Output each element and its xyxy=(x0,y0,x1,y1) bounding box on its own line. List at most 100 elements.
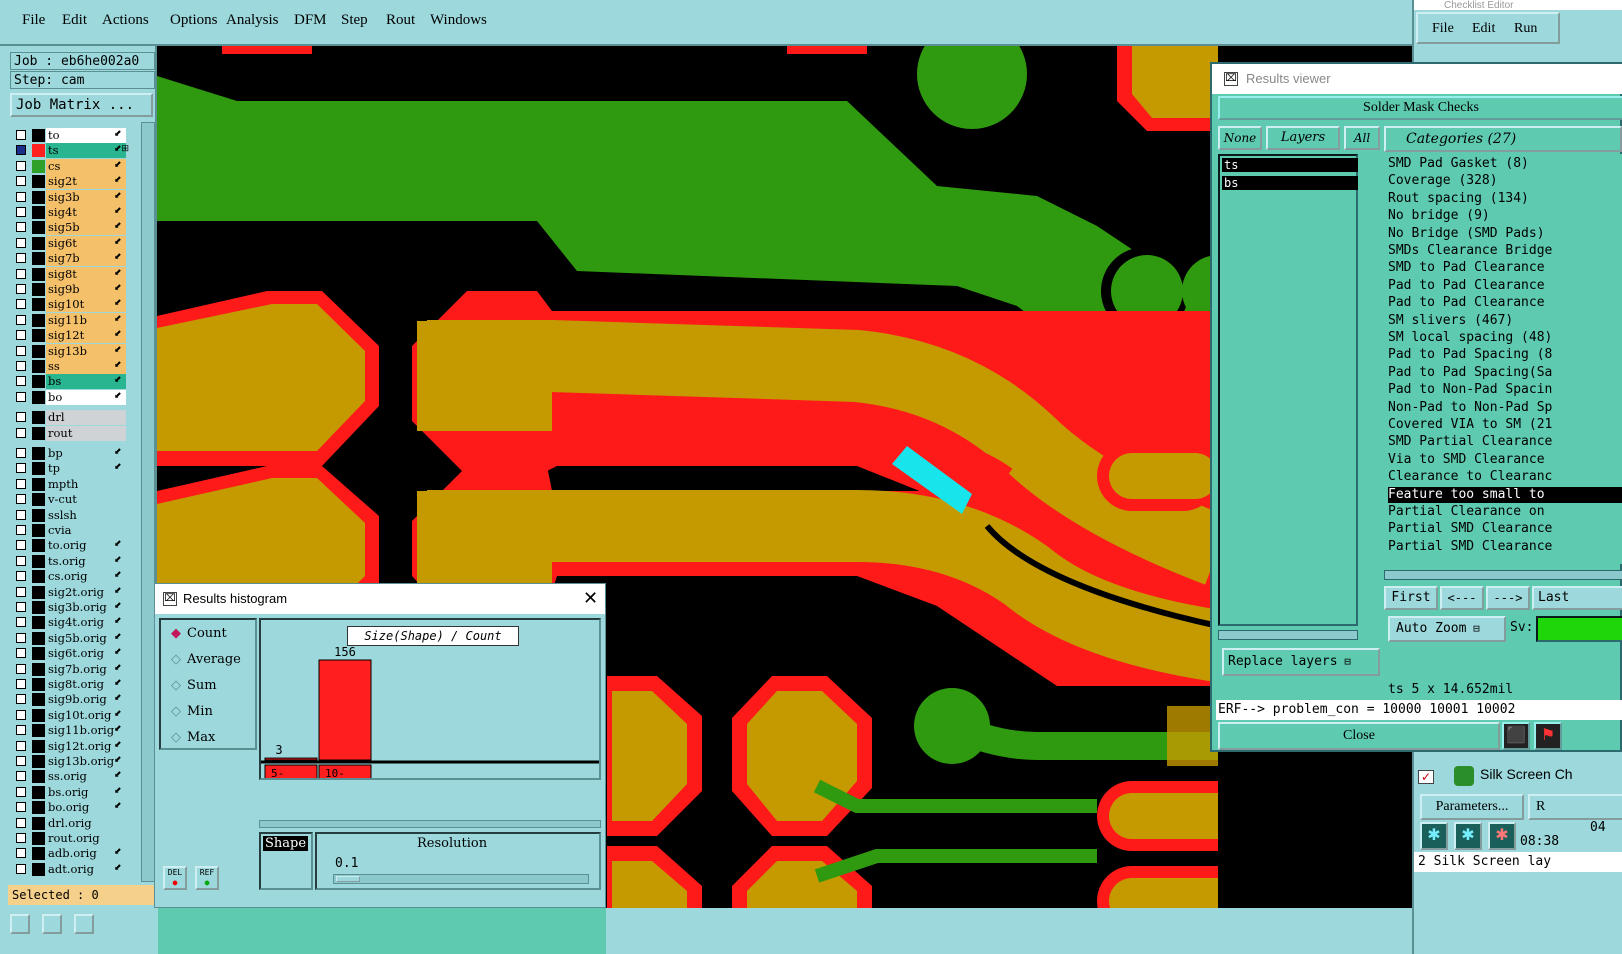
radio-average[interactable]: ◇ Average xyxy=(171,652,241,667)
layer-checkbox[interactable] xyxy=(16,509,26,520)
menu-options[interactable]: Options xyxy=(170,12,218,29)
histogram-hscroll[interactable] xyxy=(259,820,601,828)
layer-name[interactable]: rout.orig xyxy=(46,831,126,846)
layer-row[interactable]: sig8t ⬋ xyxy=(10,266,130,282)
category-item[interactable]: Partial SMD Clearance xyxy=(1388,521,1622,537)
layer-checkbox[interactable] xyxy=(16,268,26,279)
layer-checkbox[interactable] xyxy=(16,602,26,612)
layer-row[interactable]: to ⬋ xyxy=(10,128,130,143)
prev-button[interactable]: <--- xyxy=(1440,586,1484,610)
job-matrix-button[interactable]: Job Matrix ... xyxy=(10,93,153,117)
layer-checkbox[interactable] xyxy=(16,617,26,628)
action-icon[interactable]: ✱ xyxy=(1420,822,1448,850)
layer-row[interactable]: sig11b ⬋ xyxy=(10,312,130,328)
layer-name[interactable]: drl xyxy=(46,410,126,426)
layer-row[interactable]: sig3b.orig ⬋ xyxy=(10,600,130,615)
layer-checkbox[interactable] xyxy=(16,207,26,217)
layer-checkbox[interactable] xyxy=(16,694,26,705)
layer-checkbox[interactable] xyxy=(16,478,26,489)
layer-row[interactable]: cs.orig ⬋ xyxy=(10,569,130,585)
layer-checkbox[interactable] xyxy=(16,391,26,402)
slider-thumb[interactable] xyxy=(336,876,360,882)
results-layer-item[interactable]: bs xyxy=(1222,176,1358,190)
category-item[interactable]: Clearance to Clearanc xyxy=(1388,469,1622,485)
all-button[interactable]: All xyxy=(1344,126,1380,150)
category-item[interactable]: Partial SMD Clearance xyxy=(1388,539,1622,555)
layer-checkbox[interactable] xyxy=(16,571,26,582)
layer-checkbox[interactable] xyxy=(16,299,26,310)
radio-sum[interactable]: ◇ Sum xyxy=(171,678,217,693)
histogram-bar[interactable] xyxy=(264,757,318,761)
toolbar-icon[interactable] xyxy=(10,914,30,934)
layer-checkbox[interactable] xyxy=(16,848,26,859)
layer-checkbox[interactable] xyxy=(16,525,26,535)
mode-sum[interactable]: Sum xyxy=(187,678,217,693)
menu-step[interactable]: Step xyxy=(341,12,368,29)
layer-checkbox[interactable] xyxy=(16,314,26,325)
layer-checkbox[interactable] xyxy=(16,802,26,813)
category-item[interactable]: Rout spacing (134) xyxy=(1388,191,1622,207)
menu-rout[interactable]: Rout xyxy=(386,12,415,29)
layer-name[interactable]: v-cut xyxy=(46,492,126,508)
layer-name[interactable]: drl.orig xyxy=(46,815,126,831)
layer-checkbox[interactable] xyxy=(16,709,26,720)
results-layer-item[interactable]: ts xyxy=(1222,158,1358,172)
layer-row[interactable]: ss.orig ⬋ xyxy=(10,769,130,785)
radio-max[interactable]: ◇ Max xyxy=(171,730,215,745)
layer-checkbox[interactable] xyxy=(16,540,26,551)
category-item[interactable]: Covered VIA to SM (21 xyxy=(1388,417,1622,433)
none-button[interactable]: None xyxy=(1218,126,1262,150)
replace-layers-dropdown[interactable]: Replace layers ⊟ xyxy=(1222,648,1380,676)
categories-hscroll[interactable] xyxy=(1384,570,1622,580)
category-item[interactable]: SMD Pad Gasket (8) xyxy=(1388,156,1622,172)
toolbar-icon[interactable] xyxy=(42,914,62,934)
menu-analysis[interactable]: Analysis xyxy=(226,12,279,29)
checklist-menu-run[interactable]: Run xyxy=(1514,21,1537,37)
layer-checkbox[interactable] xyxy=(16,160,26,171)
mode-max[interactable]: Max xyxy=(187,730,215,745)
run-button[interactable]: R xyxy=(1528,794,1622,820)
layer-row[interactable]: sig4t ⬋ xyxy=(10,205,130,220)
category-item[interactable]: Non-Pad to Non-Pad Sp xyxy=(1388,400,1622,416)
radio-icon[interactable]: ◇ xyxy=(171,730,181,745)
category-item[interactable]: Feature too small to xyxy=(1388,486,1622,503)
category-item[interactable]: SMD to Pad Clearance xyxy=(1388,260,1622,276)
layer-checkbox[interactable] xyxy=(16,130,26,140)
layer-row[interactable]: sig6t ⬋ xyxy=(10,235,130,251)
category-item[interactable]: Coverage (328) xyxy=(1388,173,1622,189)
category-item[interactable]: Pad to Pad Clearance xyxy=(1388,278,1622,294)
layer-row[interactable]: sig2t ⬋ xyxy=(10,174,130,190)
layer-row[interactable]: adt.orig ⬋ xyxy=(10,861,130,877)
layers-button[interactable]: Layers xyxy=(1266,126,1340,150)
layer-row[interactable]: sig9b.orig ⬋ xyxy=(10,692,130,708)
layer-row[interactable]: adb.orig ⬋ xyxy=(10,846,130,862)
menu-edit[interactable]: Edit xyxy=(62,12,87,29)
del-button[interactable]: DEL ● xyxy=(163,866,187,890)
category-item[interactable]: SM local spacing (48) xyxy=(1388,330,1622,346)
layer-checkbox[interactable] xyxy=(16,725,26,736)
layers-hscroll[interactable] xyxy=(1218,630,1358,640)
radio-count[interactable]: ◆ Count xyxy=(171,626,227,641)
layer-row[interactable]: sig4t.orig ⬋ xyxy=(10,615,130,631)
mode-average[interactable]: Average xyxy=(187,652,241,667)
category-item[interactable]: Pad to Non-Pad Spacin xyxy=(1388,382,1622,398)
layer-checkbox[interactable] xyxy=(16,237,26,248)
layer-row[interactable]: ss ⬋ xyxy=(10,359,130,374)
layer-row[interactable]: sig6t.orig ⬋ xyxy=(10,646,130,662)
layer-row[interactable]: sig7b.orig ⬋ xyxy=(10,661,130,677)
layer-row[interactable]: cvia xyxy=(10,523,130,538)
layer-checkbox[interactable] xyxy=(16,253,26,264)
layer-checkbox[interactable] xyxy=(16,427,26,438)
radio-icon[interactable]: ◇ xyxy=(171,678,181,693)
close-icon[interactable]: ✕ xyxy=(583,588,598,608)
layer-row[interactable]: bs ⬋ xyxy=(10,374,130,390)
layer-checkbox[interactable] xyxy=(16,463,26,474)
layer-list-scrollbar[interactable] xyxy=(141,122,155,882)
layer-row[interactable]: ts.orig ⬋ xyxy=(10,553,130,569)
last-button[interactable]: Last xyxy=(1532,586,1622,610)
category-item[interactable]: SM slivers (467) xyxy=(1388,313,1622,329)
layer-row[interactable]: bo.orig ⬋ xyxy=(10,800,130,816)
radio-icon[interactable]: ◆ xyxy=(171,626,181,641)
layer-checkbox[interactable] xyxy=(16,330,26,341)
layer-row[interactable]: rout.orig xyxy=(10,831,130,846)
